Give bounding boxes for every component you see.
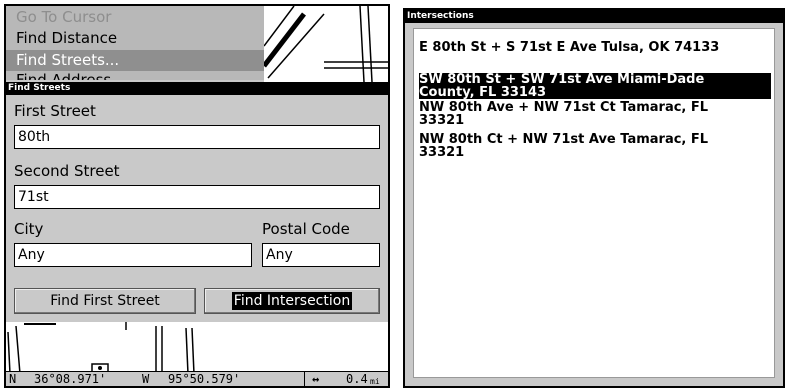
menu-item-find-distance[interactable]: Find Distance [16,29,117,47]
distance-value: 0.4 [346,372,368,386]
find-streets-screen: Go To Cursor Find Distance Find Streets.… [4,4,390,388]
city-field[interactable]: Any [14,243,252,267]
list-item[interactable]: NW 80th Ct + NW 71st Ave Tamarac, FL 333… [419,133,771,159]
dialog-title: Find Streets [6,82,388,95]
latitude-hemisphere: N [9,372,17,386]
menu-item-find-address[interactable]: Find Address [16,70,111,80]
longitude-value: 95°50.579' [168,372,241,386]
list-item-line1: E 80th St + S 71st E Ave Tulsa, OK 74133 [419,40,720,55]
find-intersection-button[interactable]: Find Intersection [204,288,380,314]
postal-code-label: Postal Code [262,220,350,238]
horizontal-arrows-icon: ↔ [312,372,320,386]
list-item-line2: County, FL 33143 [419,85,547,100]
menu-item-find-streets[interactable]: Find Streets... [6,50,264,71]
intersections-screen: Intersections E 80th St + S 71st E Ave T… [403,8,785,388]
find-first-street-button[interactable]: Find First Street [14,288,196,314]
list-item-line2: 33321 [419,113,465,128]
postal-code-field[interactable]: Any [262,243,380,267]
latitude-value: 36°08.971' [34,372,107,386]
list-item-line2: 33321 [419,145,465,160]
list-item-line1: NW 80th Ave + NW 71st Ct Tamarac, FL [419,100,709,115]
find-intersection-label: Find Intersection [231,292,353,310]
intersections-list[interactable]: E 80th St + S 71st E Ave Tulsa, OK 74133… [413,28,775,378]
menu-item-go-to-cursor: Go To Cursor [16,8,112,26]
city-label: City [14,220,44,238]
find-first-street-label: Find First Street [50,293,160,309]
status-divider [304,371,305,386]
second-street-field[interactable]: 71st [14,185,380,209]
map-roads-bottom [7,322,195,375]
first-street-field[interactable]: 80th [14,125,380,149]
map-menu: Go To Cursor Find Distance Find Streets.… [6,6,264,80]
map-roads-top [262,6,388,83]
find-streets-dialog: Find Streets First Street 80th Second St… [6,82,388,322]
first-street-label: First Street [14,102,96,120]
list-item[interactable]: NW 80th Ave + NW 71st Ct Tamarac, FL 333… [419,101,771,127]
list-item-selected[interactable]: SW 80th St + SW 71st Ave Miami-Dade Coun… [419,73,771,99]
distance-unit: mi [370,377,380,386]
map-view-top[interactable] [262,6,388,83]
list-item-line1: NW 80th Ct + NW 71st Ave Tamarac, FL [419,132,709,147]
list-item[interactable]: E 80th St + S 71st E Ave Tulsa, OK 74133 [419,41,771,54]
intersections-title: Intersections [405,10,783,23]
second-street-label: Second Street [14,162,120,180]
longitude-hemisphere: W [142,372,150,386]
status-bar: N 36°08.971' W 95°50.579' ↔ 0.4 mi [6,371,388,386]
map-view-bottom[interactable] [6,322,388,375]
